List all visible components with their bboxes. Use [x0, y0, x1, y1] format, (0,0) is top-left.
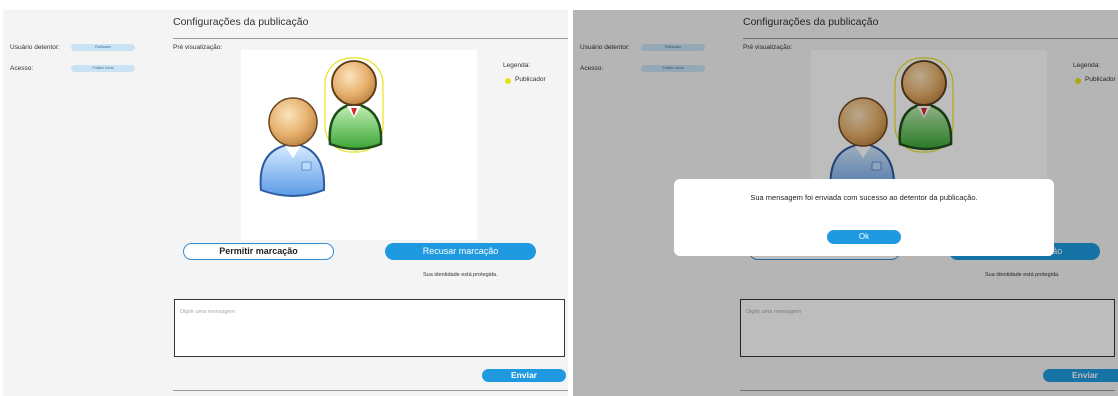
- page-title: Configurações da publicação: [173, 16, 309, 28]
- send-button[interactable]: Enviar: [482, 369, 566, 382]
- title-divider: [173, 38, 568, 39]
- message-input[interactable]: Digite uma mensagem: [174, 299, 565, 357]
- owner-badge: Publicador: [71, 44, 135, 51]
- allow-tag-button[interactable]: Permitir marcação: [183, 243, 334, 260]
- user-green-icon: [324, 57, 384, 153]
- success-dialog: Sua mensagem foi enviada com sucesso ao …: [674, 179, 1054, 256]
- owner-label: Usuário detentor:: [10, 44, 60, 51]
- legend-publisher-dot: [505, 78, 511, 84]
- dialog-message: Sua mensagem foi enviada com sucesso ao …: [750, 193, 978, 202]
- preview-area: [241, 50, 477, 240]
- publication-settings-panel: Configurações da publicação Usuário dete…: [3, 10, 568, 396]
- access-label: Acesso:: [10, 65, 34, 72]
- user-blue-icon: [259, 97, 326, 197]
- users-illustration: [259, 57, 384, 197]
- legend-title: Legenda:: [503, 62, 531, 69]
- publication-settings-panel-dialog: Configurações da publicação Usuário dete…: [573, 10, 1118, 396]
- identity-note: Sua identidade está protegida.: [423, 272, 498, 278]
- refuse-tag-button[interactable]: Recusar marcação: [385, 243, 536, 260]
- preview-label: Pré visualização:: [173, 44, 223, 51]
- legend-publisher-label: Publicador: [515, 76, 546, 83]
- ok-button[interactable]: Ok: [827, 230, 901, 244]
- bottom-divider: [173, 390, 568, 391]
- access-badge: Publico Geral: [71, 65, 135, 72]
